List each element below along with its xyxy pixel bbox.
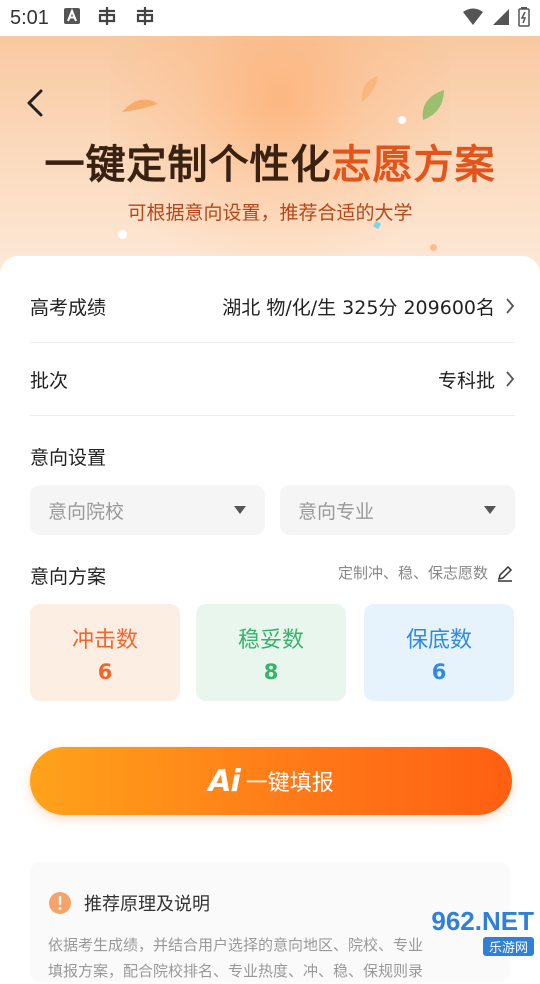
- watermark-site: 乐游网: [482, 937, 534, 956]
- chevron-right-icon: [506, 298, 515, 314]
- battery-icon: [518, 7, 530, 33]
- intent-major-placeholder: 意向专业: [298, 500, 375, 523]
- back-button[interactable]: [20, 86, 50, 120]
- intent-school-select[interactable]: 意向院校: [30, 485, 265, 535]
- plan-rush-box[interactable]: 冲击数 6: [30, 604, 180, 701]
- chevron-left-icon: [27, 89, 43, 117]
- plan-rush-count: 6: [97, 659, 113, 684]
- plan-stable-count: 8: [263, 659, 279, 684]
- intent-major-select[interactable]: 意向专业: [280, 485, 515, 535]
- watermark-brand: 962.NET: [431, 906, 534, 936]
- main-card: 高考成绩 湖北 物/化/生 325分 209600名 批次 专科批 意向设置 意…: [0, 256, 540, 982]
- score-label: 高考成绩: [30, 296, 107, 319]
- leaf-icon: [422, 90, 444, 120]
- batch-row[interactable]: 批次 专科批: [30, 343, 515, 416]
- signal-icon: [492, 8, 510, 32]
- app-notification-icon: [95, 6, 119, 31]
- chevron-right-icon: [506, 371, 515, 387]
- batch-value: 专科批: [437, 369, 495, 392]
- warning-icon: [49, 892, 71, 914]
- watermark-logo: 962.NET 乐游网: [406, 906, 534, 956]
- plan-rush-title: 冲击数: [71, 627, 138, 653]
- plan-safe-box[interactable]: 保底数 6: [364, 604, 514, 701]
- hero-title-part2: 志愿方案: [331, 142, 496, 188]
- score-row[interactable]: 高考成绩 湖北 物/化/生 325分 209600名: [30, 270, 515, 343]
- notification-a-icon: [63, 7, 81, 30]
- sparkle-dot: [118, 230, 127, 239]
- hero-title: 一键定制个性化志愿方案: [0, 132, 540, 190]
- plan-stable-box[interactable]: 稳妥数 8: [196, 604, 346, 701]
- petal-icon-2: [361, 76, 378, 102]
- app-notification-icon-2: [133, 6, 157, 31]
- score-value: 湖北 物/化/生 325分 209600名: [222, 296, 495, 319]
- plan-stable-title: 稳妥数: [237, 627, 304, 653]
- sparkle-dot: [398, 116, 406, 124]
- caret-down-icon: [484, 506, 496, 514]
- plan-safe-count: 6: [431, 659, 447, 684]
- petal-icon: [122, 99, 158, 112]
- plan-safe-title: 保底数: [405, 627, 472, 653]
- wifi-icon: [462, 8, 484, 32]
- plan-label: 意向方案: [30, 566, 107, 588]
- ai-icon: Ai: [208, 763, 241, 799]
- plan-hint-text: 定制冲、稳、保志愿数: [337, 564, 488, 582]
- hero-subtitle: 可根据意向设置，推荐合适的大学: [127, 202, 413, 224]
- ai-fill-label: 一键填报: [245, 771, 334, 796]
- notice-title: 推荐原理及说明: [84, 894, 210, 915]
- ai-fill-button[interactable]: Ai 一键填报: [30, 747, 512, 815]
- caret-down-icon: [234, 506, 246, 514]
- status-time: 5:01: [10, 6, 49, 29]
- hero-title-part1: 一键定制个性化: [44, 142, 332, 188]
- status-bar: 5:01: [0, 0, 540, 36]
- plan-customize-link[interactable]: 定制冲、稳、保志愿数: [338, 562, 514, 583]
- intent-label: 意向设置: [30, 447, 107, 469]
- notice-line: 填报方案，配合院校排名、专业热度、冲、稳、保规则录: [48, 962, 424, 980]
- confetti: [430, 244, 437, 251]
- hero-banner: 一键定制个性化志愿方案 可根据意向设置，推荐合适的大学: [0, 36, 540, 276]
- intent-school-placeholder: 意向院校: [48, 500, 125, 523]
- batch-label: 批次: [30, 369, 69, 392]
- edit-icon: [497, 565, 513, 582]
